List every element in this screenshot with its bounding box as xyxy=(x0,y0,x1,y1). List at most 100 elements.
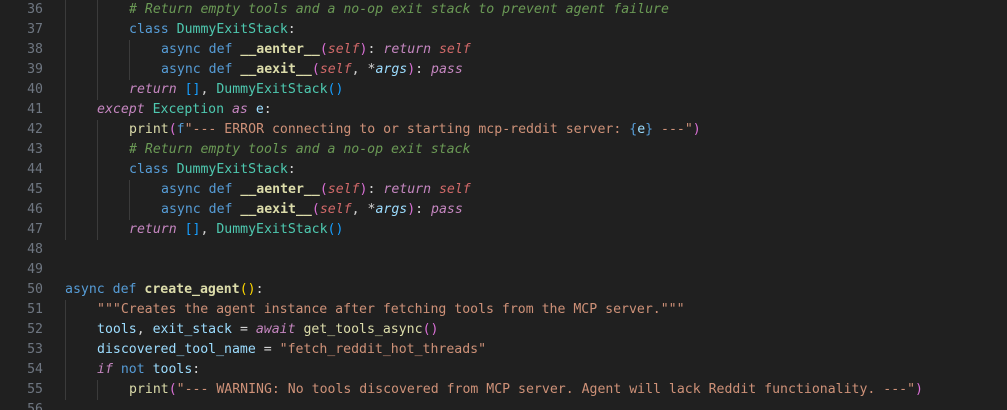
line-number: 36 xyxy=(27,2,43,17)
line-number: 50 xyxy=(27,282,43,297)
code-line[interactable]: 42 print(f"--- ERROR connecting to or sta… xyxy=(0,120,1007,140)
code-token: self xyxy=(327,42,360,57)
code-token: : xyxy=(415,62,432,77)
code-token: ) xyxy=(407,62,416,77)
code-token: def xyxy=(208,42,241,57)
code-token: , xyxy=(200,82,217,97)
code-token: [] xyxy=(184,222,201,237)
code-text: print("--- WARNING: No tools discovered … xyxy=(129,380,923,400)
indent-guide xyxy=(65,200,66,220)
line-number: 41 xyxy=(27,102,43,117)
code-line[interactable]: 40 return [], DummyExitStack() xyxy=(0,80,1007,100)
code-line[interactable]: 54 if not tools: xyxy=(0,360,1007,380)
indent-guide xyxy=(65,80,66,100)
code-line[interactable]: 51 """Creates the agent instance after fe… xyxy=(0,300,1007,320)
code-token: Exception xyxy=(152,102,232,117)
code-text: return [], DummyExitStack() xyxy=(129,80,343,100)
code-text: async def create_agent(): xyxy=(65,280,264,300)
indent-guide xyxy=(97,380,98,400)
code-line[interactable]: 55 print("--- WARNING: No tools discovere… xyxy=(0,380,1007,400)
code-token: return xyxy=(129,222,185,237)
code-line[interactable]: 48 xyxy=(0,240,1007,260)
indent-guide xyxy=(97,20,98,40)
code-line[interactable]: 52 tools, exit_stack = await get_tools_as… xyxy=(0,320,1007,340)
line-number: 56 xyxy=(27,402,43,410)
code-token: class xyxy=(129,22,177,37)
code-token: self xyxy=(319,202,352,217)
code-token: tools xyxy=(97,322,137,337)
line-number: 48 xyxy=(27,242,43,257)
code-token: , xyxy=(351,202,368,217)
code-token: def xyxy=(112,282,145,297)
indent-guide xyxy=(97,160,98,180)
indent-guide xyxy=(129,60,130,80)
code-token: } xyxy=(645,122,654,137)
code-line[interactable]: 56 xyxy=(0,400,1007,410)
code-token: def xyxy=(208,182,241,197)
code-line[interactable]: 38 async def __aenter__(self): return sel… xyxy=(0,40,1007,60)
code-token: class xyxy=(129,162,177,177)
code-token: pass xyxy=(431,62,463,77)
code-token: () xyxy=(239,282,256,297)
indent-guide xyxy=(65,120,66,140)
code-token: "--- ERROR connecting to or starting mcp… xyxy=(184,122,630,137)
indent-guide xyxy=(97,0,98,20)
code-token: tools xyxy=(152,362,193,377)
indent-guide xyxy=(65,20,66,40)
code-line[interactable]: 45 async def __aenter__(self): return sel… xyxy=(0,180,1007,200)
code-token: ( xyxy=(319,42,328,57)
indent-guide xyxy=(65,0,66,20)
code-token: __aexit__ xyxy=(240,62,312,77)
code-line[interactable]: 46 async def __aexit__(self, *args): pass xyxy=(0,200,1007,220)
indent-guide xyxy=(65,360,66,380)
code-line[interactable]: 39 async def __aexit__(self, *args): pass xyxy=(0,60,1007,80)
code-token: [] xyxy=(184,82,201,97)
code-line[interactable]: 37 class DummyExitStack: xyxy=(0,20,1007,40)
code-text: print(f"--- ERROR connecting to or start… xyxy=(129,120,701,140)
code-token: "--- WARNING: No tools discovered from M… xyxy=(176,382,916,397)
line-number: 53 xyxy=(27,342,43,357)
code-editor[interactable]: 36 # Return empty tools and a no-op exit … xyxy=(0,0,1007,410)
code-line[interactable]: 41 except Exception as e: xyxy=(0,100,1007,120)
code-line[interactable]: 53 discovered_tool_name = "fetch_reddit_h… xyxy=(0,340,1007,360)
code-line[interactable]: 44 class DummyExitStack: xyxy=(0,160,1007,180)
line-number: 39 xyxy=(27,62,43,77)
code-token: def xyxy=(208,62,241,77)
indent-guide xyxy=(65,40,66,60)
code-token: = xyxy=(232,322,256,337)
code-token: # Return empty tools and a no-op exit st… xyxy=(129,142,471,157)
code-token: ) xyxy=(915,382,923,397)
code-token: ( xyxy=(311,62,320,77)
code-token: : xyxy=(287,22,296,37)
code-token: () xyxy=(327,82,344,97)
code-token: async xyxy=(161,42,209,57)
line-number: 37 xyxy=(27,22,43,37)
code-text: async def __aenter__(self): return self xyxy=(161,40,471,60)
indent-guide xyxy=(129,200,130,220)
code-token: create_agent xyxy=(144,282,240,297)
code-token: async xyxy=(161,182,209,197)
code-token: DummyExitStack xyxy=(176,162,288,177)
code-token: = xyxy=(255,342,280,357)
code-token: , xyxy=(351,62,368,77)
code-token: # Return empty tools and a no-op exit st… xyxy=(129,2,669,17)
line-number: 46 xyxy=(27,202,43,217)
code-line[interactable]: 36 # Return empty tools and a no-op exit … xyxy=(0,0,1007,20)
line-number: 55 xyxy=(27,382,43,397)
code-text: async def __aenter__(self): return self xyxy=(161,180,471,200)
code-text: # Return empty tools and a no-op exit st… xyxy=(129,140,470,160)
code-token: def xyxy=(208,202,241,217)
indent-guide xyxy=(97,140,98,160)
code-text: # Return empty tools and a no-op exit st… xyxy=(129,0,669,20)
line-number: 38 xyxy=(27,42,43,57)
code-token: { xyxy=(629,122,638,137)
indent-guide xyxy=(65,340,66,360)
code-token: self xyxy=(319,62,352,77)
code-line[interactable]: 50 async def create_agent(): xyxy=(0,280,1007,300)
code-line[interactable]: 47 return [], DummyExitStack() xyxy=(0,220,1007,240)
code-token: ( xyxy=(319,182,328,197)
code-token: , xyxy=(200,222,217,237)
code-line[interactable]: 43 # Return empty tools and a no-op exit … xyxy=(0,140,1007,160)
indent-guide xyxy=(65,320,66,340)
code-line[interactable]: 49 xyxy=(0,260,1007,280)
